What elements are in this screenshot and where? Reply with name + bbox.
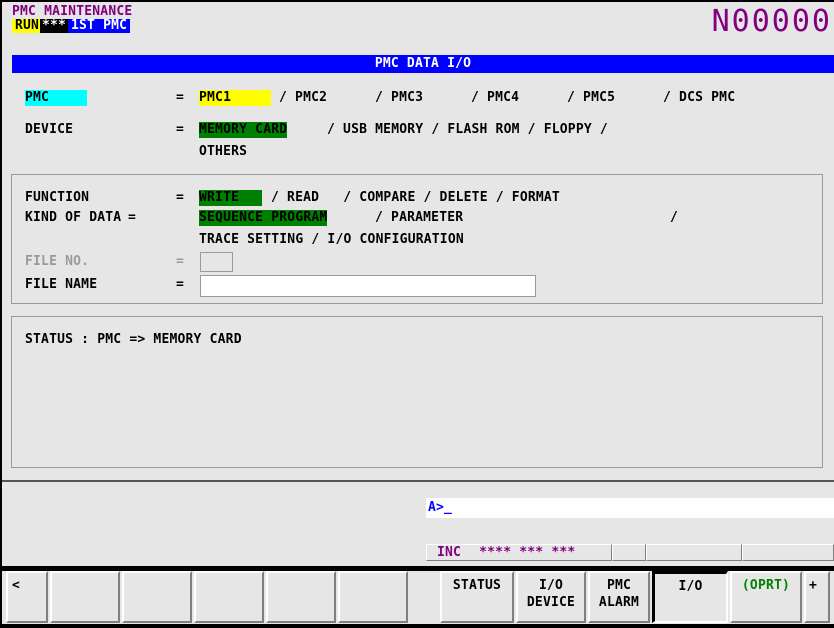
run-status-badge: RUN: [12, 19, 43, 33]
status-stars: **** *** ***: [479, 545, 576, 560]
top-frame: [0, 0, 834, 2]
function-label: FUNCTION: [25, 190, 90, 205]
page-title: PMC DATA I/O: [12, 55, 834, 73]
softkey-status-label: STATUS: [452, 578, 502, 593]
key-input-buffer[interactable]: A>_: [426, 498, 834, 518]
program-number: N00000: [711, 4, 832, 39]
device-eq: =: [176, 122, 185, 137]
file-no-eq: =: [176, 254, 185, 269]
status-message: STATUS : PMC => MEMORY CARD: [25, 332, 242, 347]
softkey-io-device-line1: I/O: [538, 578, 564, 593]
softkey-pmc-alarm-line1: PMC: [606, 578, 632, 593]
softkey-blank-3[interactable]: [194, 571, 264, 623]
mode-status-cell: INC **** *** ***: [426, 544, 612, 561]
pmc-option-pmc1[interactable]: PMC1: [199, 90, 271, 106]
alarm-status-badge: ***: [40, 18, 69, 33]
softkey-pmc-alarm[interactable]: PMC ALARM: [588, 571, 650, 623]
plus-icon: +: [809, 578, 818, 593]
pmc-option-dcs-pmc[interactable]: / DCS PMC: [663, 90, 735, 106]
softkey-next[interactable]: +: [804, 571, 830, 623]
softkey-oprt[interactable]: (OPRT): [730, 571, 802, 623]
softkey-blank-2[interactable]: [122, 571, 192, 623]
mode-indicator: INC: [437, 545, 462, 560]
softkey-io[interactable]: I/O: [652, 571, 728, 623]
softkey-return[interactable]: <: [6, 571, 48, 623]
function-option-write[interactable]: WRITE: [199, 190, 262, 206]
pmc-eq: =: [176, 90, 185, 105]
softkey-status[interactable]: STATUS: [440, 571, 514, 623]
kind-options-line2[interactable]: TRACE SETTING / I/O CONFIGURATION: [199, 232, 464, 248]
pmc-option-pmc4[interactable]: / PMC4: [471, 90, 519, 106]
softkey-io-device-line2: DEVICE: [526, 595, 576, 610]
divider: [0, 480, 834, 482]
status-cell-2: [612, 544, 646, 561]
pmc-option-pmc5[interactable]: / PMC5: [567, 90, 615, 106]
softkey-pmc-alarm-line2: ALARM: [598, 595, 640, 610]
softkey-blank-5[interactable]: [338, 571, 408, 623]
device-option-others[interactable]: OTHERS: [199, 144, 247, 160]
kind-of-data-eq: =: [128, 210, 137, 225]
device-options[interactable]: / USB MEMORY / FLASH ROM / FLOPPY /: [327, 122, 608, 138]
kind-trailing-slash: /: [670, 210, 679, 225]
cnc-screen: PMC MAINTENANCE RUN *** 1ST PMC N00000 P…: [0, 0, 834, 628]
left-arrow-icon: <: [12, 578, 21, 593]
screen-mode-title: PMC MAINTENANCE: [12, 4, 133, 19]
bottom-frame: [0, 624, 834, 628]
kind-of-data-label: KIND OF DATA: [25, 210, 122, 225]
status-cell-3: [646, 544, 742, 561]
file-no-field: [200, 252, 233, 272]
softkey-oprt-label: (OPRT): [741, 578, 791, 593]
file-no-label: FILE NO.: [25, 254, 90, 269]
pmc-label: PMC: [25, 90, 87, 106]
softkey-io-device[interactable]: I/O DEVICE: [516, 571, 586, 623]
file-name-input[interactable]: [200, 275, 536, 297]
device-label: DEVICE: [25, 122, 74, 137]
kind-option-sequence-program[interactable]: SEQUENCE PROGRAM: [199, 210, 328, 226]
softkey-blank-4[interactable]: [266, 571, 336, 623]
device-option-memory-card[interactable]: MEMORY CARD: [199, 122, 288, 138]
pmc-option-pmc3[interactable]: / PMC3: [375, 90, 423, 106]
function-options[interactable]: / READ / COMPARE / DELETE / FORMAT: [271, 190, 560, 206]
softkey-io-label: I/O: [678, 579, 703, 594]
pmc-path-badge: 1ST PMC: [68, 19, 131, 33]
file-name-eq: =: [176, 277, 185, 292]
left-frame: [0, 0, 2, 628]
kind-option-parameter[interactable]: / PARAMETER: [375, 210, 463, 226]
function-eq: =: [176, 190, 185, 205]
status-cell-4: [742, 544, 834, 561]
softkey-blank-1[interactable]: [50, 571, 120, 623]
file-name-label: FILE NAME: [25, 277, 98, 292]
pmc-option-pmc2[interactable]: / PMC2: [279, 90, 327, 106]
